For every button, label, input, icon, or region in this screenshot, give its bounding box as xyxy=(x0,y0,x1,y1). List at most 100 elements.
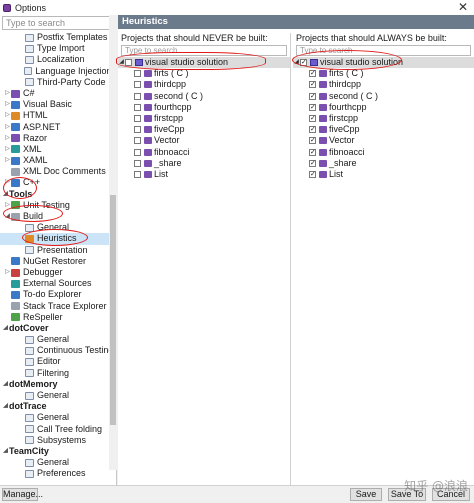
tree-item-external-sources[interactable]: External Sources xyxy=(0,278,116,289)
project-checkbox[interactable] xyxy=(134,159,141,167)
tree-item-general[interactable]: General xyxy=(0,412,116,423)
chevron-right-icon[interactable]: ▷ xyxy=(4,88,11,99)
tree-item-filtering[interactable]: Filtering xyxy=(0,368,116,379)
always-search-input[interactable]: Type to search xyxy=(296,45,471,56)
project-row[interactable]: ✓ Vector xyxy=(293,135,474,146)
project-checkbox[interactable]: ✓ xyxy=(309,148,316,156)
project-row[interactable]: fibnoacci xyxy=(118,147,290,158)
project-row[interactable]: fiveCpp xyxy=(118,124,290,135)
tree-item-xaml[interactable]: ▷ XAML xyxy=(0,155,116,166)
tree-item-unit-testing[interactable]: ▷ Unit Testing xyxy=(0,200,116,211)
tree-item-postfix-templates[interactable]: Postfix Templates xyxy=(0,32,116,43)
project-checkbox[interactable]: ✓ xyxy=(309,126,316,134)
chevron-right-icon[interactable]: ▷ xyxy=(4,144,11,155)
tree-item-editor[interactable]: Editor xyxy=(0,356,116,367)
tree-item-localization[interactable]: Localization xyxy=(0,54,116,65)
project-checkbox[interactable]: ✓ xyxy=(309,170,316,178)
chevron-right-icon[interactable]: ▷ xyxy=(4,122,11,133)
project-checkbox[interactable] xyxy=(134,115,141,123)
project-row[interactable]: Vector xyxy=(118,135,290,146)
project-row[interactable]: ✓ _share xyxy=(293,158,474,169)
sidebar-scrollbar[interactable] xyxy=(109,15,117,470)
tree-item-language-injections[interactable]: Language Injections xyxy=(0,66,116,77)
tree-item-visual-basic[interactable]: ▷ Visual Basic xyxy=(0,99,116,110)
tree-item-xml-doc-comments[interactable]: XML Doc Comments xyxy=(0,166,116,177)
project-checkbox[interactable] xyxy=(134,148,141,156)
project-row[interactable]: second ( C ) xyxy=(118,91,290,102)
save-button[interactable]: Save xyxy=(350,488,382,501)
project-checkbox[interactable]: ✓ xyxy=(309,70,316,78)
tree-item-c-[interactable]: ▷ C++ xyxy=(0,177,116,188)
tree-group-dottrace[interactable]: ◢ dotTrace xyxy=(0,401,116,412)
project-row[interactable]: ✓ fourthcpp xyxy=(293,102,474,113)
tree-item-nuget-restorer[interactable]: NuGet Restorer xyxy=(0,256,116,267)
tree-item-preferences[interactable]: Preferences xyxy=(0,468,116,479)
project-checkbox[interactable]: ✓ xyxy=(309,92,316,100)
project-checkbox[interactable] xyxy=(134,92,141,100)
project-checkbox[interactable]: ✓ xyxy=(309,81,316,89)
tree-item-general[interactable]: General xyxy=(0,222,116,233)
project-row[interactable]: firstcpp xyxy=(118,113,290,124)
project-checkbox[interactable] xyxy=(134,81,141,89)
project-checkbox[interactable] xyxy=(134,103,141,111)
project-row[interactable]: fourthcpp xyxy=(118,102,290,113)
project-checkbox[interactable]: ✓ xyxy=(309,137,316,145)
tree-item-stack-trace-explorer[interactable]: Stack Trace Explorer xyxy=(0,301,116,312)
project-checkbox[interactable] xyxy=(134,126,141,134)
project-row[interactable]: _share xyxy=(118,158,290,169)
close-icon[interactable]: ✕ xyxy=(458,0,468,14)
tree-group-tools[interactable]: ◢ Tools xyxy=(0,189,116,200)
project-row[interactable]: ✓ firstcpp xyxy=(293,113,474,124)
tree-item-html[interactable]: ▷ HTML xyxy=(0,110,116,121)
tree-group-teamcity[interactable]: ◢ TeamCity xyxy=(0,446,116,457)
tree-item-respeller[interactable]: ReSpeller xyxy=(0,312,116,323)
tree-item-to-do-explorer[interactable]: To-do Explorer xyxy=(0,289,116,300)
solution-node[interactable]: ◢ ✓ visual studio solution xyxy=(293,57,474,69)
tree-item-xml[interactable]: ▷ XML xyxy=(0,144,116,155)
tree-item-third-party-code[interactable]: Third-Party Code xyxy=(0,77,116,88)
tree-item-build[interactable]: ◢ Build xyxy=(0,211,116,222)
chevron-right-icon[interactable]: ▷ xyxy=(4,155,11,166)
project-row[interactable]: List xyxy=(118,169,290,180)
chevron-down-icon[interactable]: ◢ xyxy=(4,211,11,222)
chevron-down-icon[interactable]: ◢ xyxy=(293,57,300,68)
chevron-right-icon[interactable]: ▷ xyxy=(4,267,11,278)
tree-group-dotcover[interactable]: ◢ dotCover xyxy=(0,323,116,334)
sidebar-search-input[interactable]: Type to search xyxy=(2,16,114,30)
project-checkbox[interactable] xyxy=(134,170,141,178)
tree-item-razor[interactable]: ▷ Razor xyxy=(0,133,116,144)
tree-group-dotmemory[interactable]: ◢ dotMemory xyxy=(0,379,116,390)
tree-item-subsystems[interactable]: Subsystems xyxy=(0,435,116,446)
project-checkbox[interactable]: ✓ xyxy=(309,159,316,167)
tree-item-call-tree-folding[interactable]: Call Tree folding xyxy=(0,424,116,435)
chevron-right-icon[interactable]: ▷ xyxy=(4,200,11,211)
chevron-down-icon[interactable]: ◢ xyxy=(2,189,9,200)
tree-item-type-import[interactable]: Type Import xyxy=(0,43,116,54)
chevron-down-icon[interactable]: ◢ xyxy=(2,446,9,457)
manage-button[interactable]: Manage... xyxy=(2,488,43,501)
chevron-right-icon[interactable]: ▷ xyxy=(4,133,11,144)
solution-node[interactable]: ◢ visual studio solution xyxy=(118,57,290,69)
project-row[interactable]: ✓ thirdcpp xyxy=(293,79,474,90)
project-row[interactable]: ✓ List xyxy=(293,169,474,180)
tree-item-general[interactable]: General xyxy=(0,390,116,401)
tree-item-general[interactable]: General xyxy=(0,334,116,345)
project-row[interactable]: ✓ second ( C ) xyxy=(293,91,474,102)
solution-checkbox[interactable] xyxy=(125,59,132,67)
project-row[interactable]: firts ( C ) xyxy=(118,68,290,79)
chevron-down-icon[interactable]: ◢ xyxy=(2,379,9,390)
chevron-right-icon[interactable]: ▷ xyxy=(4,110,11,121)
sidebar-scrollbar-thumb[interactable] xyxy=(110,195,116,425)
project-row[interactable]: thirdcpp xyxy=(118,79,290,90)
chevron-down-icon[interactable]: ◢ xyxy=(118,57,125,68)
project-row[interactable]: ✓ firts ( C ) xyxy=(293,68,474,79)
solution-checkbox[interactable]: ✓ xyxy=(300,59,307,67)
tree-item-debugger[interactable]: ▷ Debugger xyxy=(0,267,116,278)
project-checkbox[interactable] xyxy=(134,137,141,145)
chevron-down-icon[interactable]: ◢ xyxy=(2,401,9,412)
project-checkbox[interactable]: ✓ xyxy=(309,103,316,111)
chevron-down-icon[interactable]: ◢ xyxy=(2,323,9,334)
tree-item-presentation[interactable]: Presentation xyxy=(0,245,116,256)
project-row[interactable]: ✓ fibnoacci xyxy=(293,147,474,158)
never-search-input[interactable]: Type to search xyxy=(121,45,287,56)
